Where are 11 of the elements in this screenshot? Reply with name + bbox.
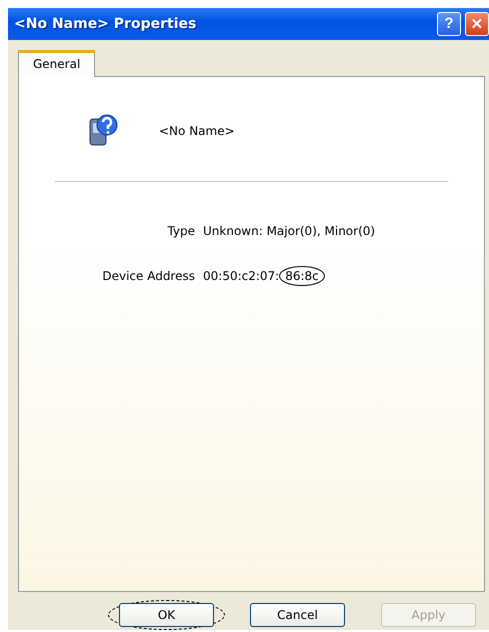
property-value: Unknown: Major(0), Minor(0) — [203, 224, 376, 238]
device-name: <No Name> — [159, 124, 235, 138]
property-value: 00:50:c2:07: — [203, 268, 280, 283]
property-label: Device Address — [101, 268, 195, 283]
dialog-button[interactable]: OK — [119, 603, 214, 627]
circled-value: 86:8c — [279, 266, 325, 286]
tab[interactable]: General — [18, 50, 96, 77]
help-button[interactable]: ? — [437, 12, 461, 36]
dialog-button[interactable]: Cancel — [250, 603, 345, 627]
window-title: <No Name> Properties — [14, 16, 198, 32]
property-label: Type — [166, 224, 195, 238]
